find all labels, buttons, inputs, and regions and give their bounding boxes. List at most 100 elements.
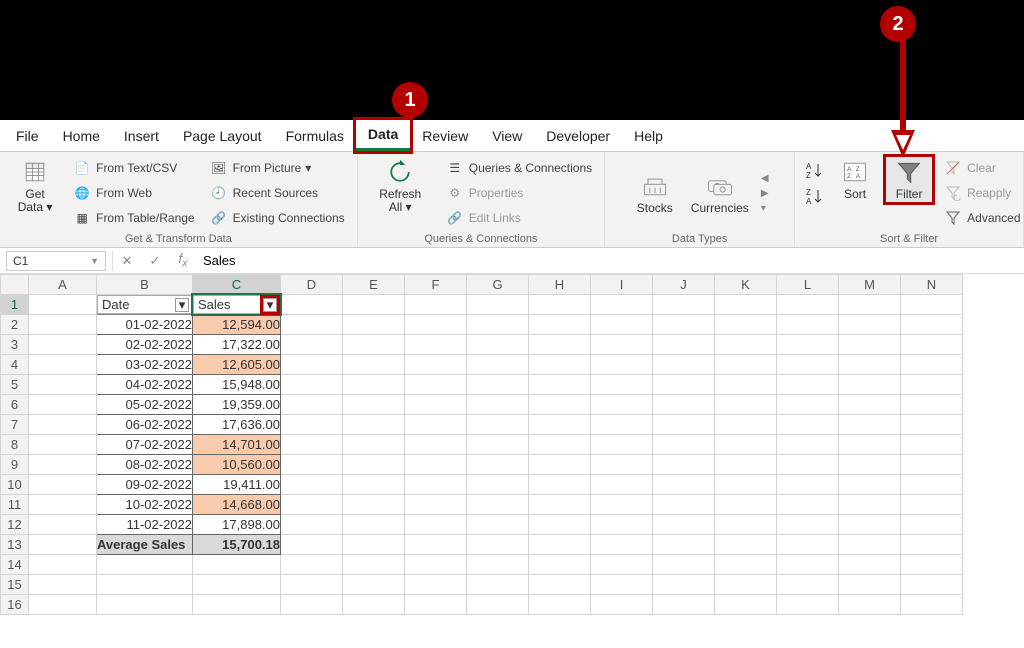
cell-L9[interactable]: [777, 455, 839, 475]
row-header-14[interactable]: 14: [1, 555, 29, 575]
cell-D15[interactable]: [281, 575, 343, 595]
cell-J14[interactable]: [653, 555, 715, 575]
row-header-3[interactable]: 3: [1, 335, 29, 355]
cell-I6[interactable]: [591, 395, 653, 415]
cell-N10[interactable]: [901, 475, 963, 495]
cell-E4[interactable]: [343, 355, 405, 375]
cell-G3[interactable]: [467, 335, 529, 355]
column-header-J[interactable]: J: [653, 275, 715, 295]
chevron-right-icon[interactable]: ▶: [761, 188, 769, 199]
cell-K2[interactable]: [715, 315, 777, 335]
cell-D12[interactable]: [281, 515, 343, 535]
cell-N13[interactable]: [901, 535, 963, 555]
cell-B6[interactable]: 05-02-2022: [97, 395, 193, 415]
cell-M9[interactable]: [839, 455, 901, 475]
cell-N4[interactable]: [901, 355, 963, 375]
cell-M2[interactable]: [839, 315, 901, 335]
cell-M5[interactable]: [839, 375, 901, 395]
cell-K12[interactable]: [715, 515, 777, 535]
cell-M12[interactable]: [839, 515, 901, 535]
cell-E8[interactable]: [343, 435, 405, 455]
select-all-corner[interactable]: [1, 275, 29, 295]
cell-I15[interactable]: [591, 575, 653, 595]
cell-E6[interactable]: [343, 395, 405, 415]
cell-L14[interactable]: [777, 555, 839, 575]
cell-E16[interactable]: [343, 595, 405, 615]
tab-review[interactable]: Review: [410, 122, 480, 150]
cell-E7[interactable]: [343, 415, 405, 435]
existing-connections-button[interactable]: 🔗Existing Connections: [205, 206, 349, 230]
edit-links-button[interactable]: 🔗Edit Links: [441, 206, 596, 230]
cell-I8[interactable]: [591, 435, 653, 455]
cell-D1[interactable]: [281, 295, 343, 315]
cell-E3[interactable]: [343, 335, 405, 355]
cell-L16[interactable]: [777, 595, 839, 615]
cell-D4[interactable]: [281, 355, 343, 375]
cell-K14[interactable]: [715, 555, 777, 575]
cell-A13[interactable]: [29, 535, 97, 555]
from-web-button[interactable]: 🌐From Web: [68, 181, 199, 205]
column-header-G[interactable]: G: [467, 275, 529, 295]
cell-I3[interactable]: [591, 335, 653, 355]
cell-J15[interactable]: [653, 575, 715, 595]
cell-N11[interactable]: [901, 495, 963, 515]
cell-K10[interactable]: [715, 475, 777, 495]
cell-M8[interactable]: [839, 435, 901, 455]
cell-N12[interactable]: [901, 515, 963, 535]
cell-N2[interactable]: [901, 315, 963, 335]
cell-F6[interactable]: [405, 395, 467, 415]
cell-N7[interactable]: [901, 415, 963, 435]
cell-F16[interactable]: [405, 595, 467, 615]
cell-G7[interactable]: [467, 415, 529, 435]
currencies-button[interactable]: Currencies: [685, 170, 755, 217]
chevron-down-icon[interactable]: ▾: [761, 203, 769, 214]
from-text-csv-button[interactable]: 📄From Text/CSV: [68, 156, 199, 180]
cell-L8[interactable]: [777, 435, 839, 455]
chevron-left-icon[interactable]: ◀: [761, 173, 769, 184]
cell-K15[interactable]: [715, 575, 777, 595]
cell-E10[interactable]: [343, 475, 405, 495]
tab-insert[interactable]: Insert: [112, 122, 171, 150]
column-header-A[interactable]: A: [29, 275, 97, 295]
filter-dropdown-date[interactable]: ▾: [175, 298, 189, 312]
cell-F3[interactable]: [405, 335, 467, 355]
cell-C8[interactable]: 14,701.00: [193, 435, 281, 455]
cell-H12[interactable]: [529, 515, 591, 535]
clear-filter-button[interactable]: Clear: [939, 156, 1024, 180]
cell-F1[interactable]: [405, 295, 467, 315]
cell-A8[interactable]: [29, 435, 97, 455]
row-header-13[interactable]: 13: [1, 535, 29, 555]
cell-N16[interactable]: [901, 595, 963, 615]
row-header-5[interactable]: 5: [1, 375, 29, 395]
cell-J5[interactable]: [653, 375, 715, 395]
tab-page-layout[interactable]: Page Layout: [171, 122, 274, 150]
cell-J13[interactable]: [653, 535, 715, 555]
cell-K4[interactable]: [715, 355, 777, 375]
cell-L2[interactable]: [777, 315, 839, 335]
sort-button[interactable]: AZZA Sort: [831, 156, 879, 203]
cell-I11[interactable]: [591, 495, 653, 515]
cell-K6[interactable]: [715, 395, 777, 415]
cell-C2[interactable]: 12,594.00: [193, 315, 281, 335]
cell-A1[interactable]: [29, 295, 97, 315]
cell-E9[interactable]: [343, 455, 405, 475]
cell-K9[interactable]: [715, 455, 777, 475]
cell-K5[interactable]: [715, 375, 777, 395]
cell-M6[interactable]: [839, 395, 901, 415]
cell-H9[interactable]: [529, 455, 591, 475]
cell-I4[interactable]: [591, 355, 653, 375]
cell-I5[interactable]: [591, 375, 653, 395]
cell-C11[interactable]: 14,668.00: [193, 495, 281, 515]
cell-I10[interactable]: [591, 475, 653, 495]
cell-E5[interactable]: [343, 375, 405, 395]
cell-C6[interactable]: 19,359.00: [193, 395, 281, 415]
cell-I9[interactable]: [591, 455, 653, 475]
cell-B15[interactable]: [97, 575, 193, 595]
cell-B14[interactable]: [97, 555, 193, 575]
cell-G10[interactable]: [467, 475, 529, 495]
cell-G14[interactable]: [467, 555, 529, 575]
cell-H5[interactable]: [529, 375, 591, 395]
cell-J4[interactable]: [653, 355, 715, 375]
cell-B4[interactable]: 03-02-2022: [97, 355, 193, 375]
cell-N15[interactable]: [901, 575, 963, 595]
